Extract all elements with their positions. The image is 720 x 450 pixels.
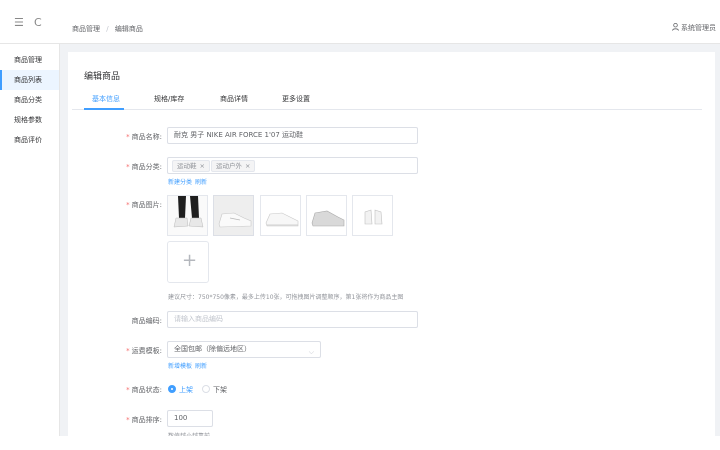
product-image-thumb[interactable]: [352, 195, 393, 236]
sidebar-item-goods-category[interactable]: 商品分类: [0, 90, 59, 110]
refresh-icon[interactable]: C: [34, 17, 42, 28]
breadcrumb-item-goods[interactable]: 商品管理: [72, 25, 100, 33]
category-label: * 商品分类:: [126, 163, 162, 171]
product-image-thumb[interactable]: [306, 195, 347, 236]
required-mark: *: [126, 133, 130, 141]
new-category-link[interactable]: 新建分类: [168, 179, 192, 186]
page-title: 编辑商品: [84, 72, 121, 82]
shoe-on-feet-image: [168, 196, 207, 235]
required-mark: *: [126, 386, 130, 394]
image-upload-button[interactable]: +: [167, 241, 209, 283]
radio-unchecked-icon: [202, 385, 210, 393]
shipping-label: * 运费模板:: [126, 347, 162, 355]
bottom-blank: [0, 436, 720, 450]
tab-spec-stock[interactable]: 规格/库存: [154, 94, 184, 104]
product-image-thumb[interactable]: [213, 195, 254, 236]
radio-checked-icon: [168, 385, 176, 393]
tab-more-settings[interactable]: 更多设置: [282, 94, 310, 104]
sidebar-item-goods-manage[interactable]: 商品管理: [0, 50, 59, 70]
sidebar-item-spec-params[interactable]: 规格参数: [0, 110, 59, 130]
code-label: 商品编码:: [131, 317, 162, 325]
top-header: ☰ C 商品管理 / 编辑商品 系统管理员: [0, 0, 720, 44]
user-icon: [672, 23, 679, 31]
category-links: 新建分类 刷新: [168, 177, 210, 186]
new-template-link[interactable]: 新增模板: [168, 363, 192, 370]
breadcrumb-item-current: 编辑商品: [114, 25, 143, 33]
user-menu[interactable]: 系统管理员: [672, 23, 716, 33]
tab-active-indicator: [84, 108, 124, 110]
shipping-template-select[interactable]: 全国包邮（除偏远地区） ⌵: [167, 341, 321, 358]
close-icon[interactable]: ×: [245, 162, 250, 170]
required-mark: *: [126, 163, 130, 171]
shoe-pair-image: [353, 196, 392, 235]
name-label: * 商品名称:: [126, 133, 162, 141]
images-label: * 商品图片:: [126, 201, 162, 209]
close-icon[interactable]: ×: [200, 162, 205, 170]
breadcrumb-separator: /: [106, 25, 109, 33]
required-mark: *: [126, 416, 130, 424]
chevron-down-icon: ⌵: [308, 348, 314, 356]
product-image-thumb[interactable]: [260, 195, 301, 236]
status-label: * 商品状态:: [126, 386, 162, 394]
refresh-template-link[interactable]: 刷新: [195, 363, 207, 370]
refresh-category-link[interactable]: 刷新: [195, 179, 207, 186]
sort-input[interactable]: 100: [167, 410, 213, 427]
shoe-image: [307, 196, 346, 235]
menu-fold-icon[interactable]: ☰: [14, 17, 24, 28]
status-radio-off-shelf[interactable]: 下架: [202, 385, 227, 395]
sidebar: 商品管理 商品列表 商品分类 规格参数 商品评价: [0, 44, 60, 436]
sidebar-item-goods-review[interactable]: 商品评价: [0, 130, 59, 150]
goods-code-input[interactable]: 请输入商品编码: [167, 311, 418, 328]
user-name: 系统管理员: [681, 24, 716, 32]
shoe-image: [261, 196, 300, 235]
tab-bar: 基本信息 规格/库存 商品详情 更多设置: [72, 90, 702, 110]
image-upload-hint: 建议尺寸：750*750像素，最多上传10张，可拖拽图片调整顺序，第1张将作为商…: [168, 294, 404, 301]
sidebar-item-goods-list[interactable]: 商品列表: [0, 70, 59, 90]
plus-icon: +: [182, 250, 198, 271]
breadcrumb: 商品管理 / 编辑商品: [72, 24, 143, 34]
shipping-links: 新增模板 刷新: [168, 361, 210, 370]
product-image-thumb[interactable]: [167, 195, 208, 236]
category-tag: 运动鞋 ×: [172, 160, 210, 172]
shipping-selected-value: 全国包邮（除偏远地区）: [174, 345, 251, 353]
status-radio-on-shelf[interactable]: 上架: [168, 385, 193, 395]
goods-name-input[interactable]: 耐克 男子 NIKE AIR FORCE 1'07 运动鞋: [167, 127, 418, 144]
category-tag: 运动户外 ×: [211, 160, 256, 172]
shoe-image: [214, 196, 253, 235]
required-mark: *: [126, 201, 130, 209]
sort-label: * 商品排序:: [126, 416, 162, 424]
tab-basic-info[interactable]: 基本信息: [92, 94, 120, 104]
required-mark: *: [126, 347, 130, 355]
tab-goods-detail[interactable]: 商品详情: [220, 94, 248, 104]
